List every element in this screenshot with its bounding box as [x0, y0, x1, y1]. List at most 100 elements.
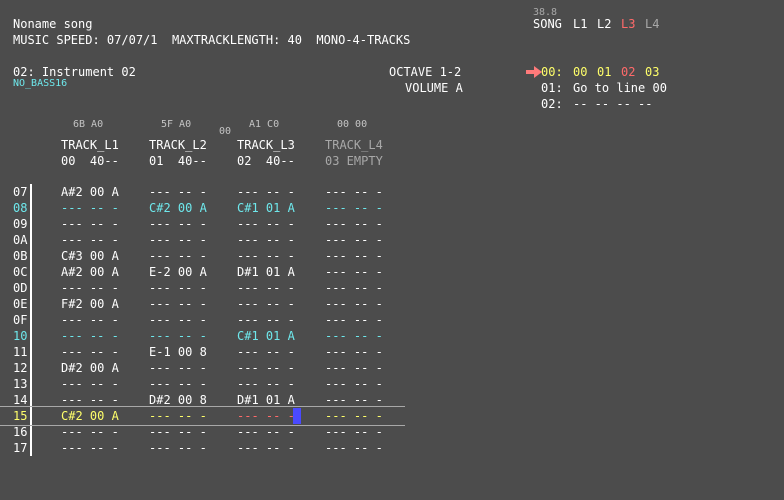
pattern-cell[interactable]: --- -- - [237, 248, 295, 264]
table-row[interactable]: 11 --- -- - E-1 00 8 --- -- - --- -- - [0, 344, 400, 360]
pattern-cell[interactable]: C#1 01 A [237, 328, 295, 344]
pattern-cell[interactable]: --- -- - [237, 296, 295, 312]
song-line-0-l4[interactable]: 03 [645, 64, 659, 80]
song-line-0-num[interactable]: 00: [541, 64, 563, 80]
pattern-cell[interactable]: D#1 01 A [237, 392, 295, 408]
pattern-cell[interactable]: --- -- - [237, 184, 295, 200]
pattern-cell[interactable]: A#2 00 A [61, 184, 119, 200]
pattern-cell[interactable]: D#1 01 A [237, 264, 295, 280]
pattern-cell[interactable]: E-1 00 8 [149, 344, 207, 360]
pattern-cell[interactable]: --- -- - [237, 408, 295, 424]
table-row[interactable]: 17 --- -- - --- -- - --- -- - --- -- - [0, 440, 400, 456]
pattern-cell[interactable]: --- -- - [237, 360, 295, 376]
song-line-0-l3[interactable]: 02 [621, 64, 635, 80]
pattern-cell[interactable]: --- -- - [237, 424, 295, 440]
table-row[interactable]: 07 A#2 00 A --- -- - --- -- - --- -- - [0, 184, 400, 200]
song-line-1-text[interactable]: Go to line 00 [573, 80, 667, 96]
tab-l1[interactable]: L1 [573, 16, 587, 32]
pattern-cell[interactable]: --- -- - [61, 200, 119, 216]
pattern-cell[interactable]: --- -- - [149, 424, 207, 440]
table-row[interactable]: 12 D#2 00 A --- -- - --- -- - --- -- - [0, 360, 400, 376]
pattern-cell[interactable]: --- -- - [61, 232, 119, 248]
pattern-cell[interactable]: --- -- - [61, 392, 119, 408]
track-l2-name[interactable]: TRACK_L2 [149, 137, 207, 153]
pattern-cell[interactable]: --- -- - [325, 328, 383, 344]
table-row[interactable]: 0A --- -- - --- -- - --- -- - --- -- - [0, 232, 400, 248]
pattern-cell[interactable]: --- -- - [61, 216, 119, 232]
pattern-cell[interactable]: --- -- - [325, 232, 383, 248]
pattern-cell[interactable]: --- -- - [325, 408, 383, 424]
track-l1-name[interactable]: TRACK_L1 [61, 137, 119, 153]
table-row[interactable]: 0E F#2 00 A --- -- - --- -- - --- -- - [0, 296, 400, 312]
pattern-cell[interactable]: --- -- - [61, 344, 119, 360]
pattern-cell[interactable]: --- -- - [325, 280, 383, 296]
table-row[interactable]: 0B C#3 00 A --- -- - --- -- - --- -- - [0, 248, 400, 264]
tab-l2[interactable]: L2 [597, 16, 611, 32]
pattern-cell[interactable]: --- -- - [61, 424, 119, 440]
octave-label[interactable]: OCTAVE 1-2 [389, 64, 461, 80]
pattern-cell[interactable]: --- -- - [325, 216, 383, 232]
table-row[interactable]: 14 --- -- - D#2 00 8 D#1 01 A --- -- - [0, 392, 400, 408]
pattern-cell[interactable]: --- -- - [237, 216, 295, 232]
tab-l4[interactable]: L4 [645, 16, 659, 32]
pattern-cell[interactable]: --- -- - [325, 360, 383, 376]
table-row[interactable]: 13 --- -- - --- -- - --- -- - --- -- - [0, 376, 400, 392]
table-row[interactable]: 0D --- -- - --- -- - --- -- - --- -- - [0, 280, 400, 296]
pattern-cell[interactable]: --- -- - [149, 296, 207, 312]
volume-label[interactable]: VOLUME A [405, 80, 463, 96]
pattern-cell[interactable]: --- -- - [325, 264, 383, 280]
pattern-cell[interactable]: --- -- - [325, 200, 383, 216]
pattern-cell[interactable]: E-2 00 A [149, 264, 207, 280]
pattern-cell[interactable]: --- -- - [149, 216, 207, 232]
table-row[interactable]: 09 --- -- - --- -- - --- -- - --- -- - [0, 216, 400, 232]
table-row[interactable]: 0F --- -- - --- -- - --- -- - --- -- - [0, 312, 400, 328]
pattern-cell[interactable]: --- -- - [149, 376, 207, 392]
pattern-cell[interactable]: --- -- - [61, 376, 119, 392]
pattern-cell[interactable]: F#2 00 A [61, 296, 119, 312]
song-line-1-num[interactable]: 01: [541, 80, 563, 96]
track-l4-name[interactable]: TRACK_L4 [325, 137, 383, 153]
pattern-cell[interactable]: --- -- - [61, 440, 119, 456]
pattern-cell[interactable]: A#2 00 A [61, 264, 119, 280]
song-line-2-num[interactable]: 02: [541, 96, 563, 112]
table-row[interactable]: 16 --- -- - --- -- - --- -- - --- -- - [0, 424, 400, 440]
table-row[interactable]: 08 --- -- - C#2 00 A C#1 01 A --- -- - [0, 200, 400, 216]
table-row[interactable]: 15 C#2 00 A --- -- - --- -- - --- -- - [0, 408, 400, 424]
song-line-2-text[interactable]: -- -- -- -- [573, 96, 652, 112]
table-row[interactable]: 10 --- -- - --- -- - C#1 01 A --- -- - [0, 328, 400, 344]
pattern-cell[interactable]: C#2 00 A [149, 200, 207, 216]
song-line-0-l1[interactable]: 00 [573, 64, 587, 80]
pattern-cell[interactable]: --- -- - [325, 392, 383, 408]
pattern-cell[interactable]: --- -- - [325, 184, 383, 200]
pattern-cell[interactable]: --- -- - [149, 440, 207, 456]
pattern-cell[interactable]: --- -- - [237, 312, 295, 328]
pattern-cell[interactable]: --- -- - [61, 312, 119, 328]
pattern-cell[interactable]: C#3 00 A [61, 248, 119, 264]
pattern-cell[interactable]: --- -- - [325, 424, 383, 440]
pattern-cell[interactable]: --- -- - [149, 280, 207, 296]
pattern-cell[interactable]: --- -- - [61, 328, 119, 344]
pattern-cell[interactable]: --- -- - [325, 248, 383, 264]
pattern-cell[interactable]: D#2 00 8 [149, 392, 207, 408]
pattern-cell[interactable]: --- -- - [325, 376, 383, 392]
table-row[interactable]: 0C A#2 00 A E-2 00 A D#1 01 A --- -- - [0, 264, 400, 280]
pattern-cell[interactable]: --- -- - [237, 232, 295, 248]
pattern-cell[interactable]: D#2 00 A [61, 360, 119, 376]
pattern-cell[interactable]: C#2 00 A [61, 408, 119, 424]
edit-cursor[interactable] [293, 408, 301, 424]
track-l3-name[interactable]: TRACK_L3 [237, 137, 295, 153]
tab-l3[interactable]: L3 [621, 16, 635, 32]
pattern-cell[interactable]: --- -- - [325, 344, 383, 360]
pattern-cell[interactable]: --- -- - [237, 280, 295, 296]
pattern-cell[interactable]: --- -- - [325, 312, 383, 328]
pattern-cell[interactable]: --- -- - [149, 248, 207, 264]
pattern-cell[interactable]: --- -- - [149, 328, 207, 344]
pattern-cell[interactable]: --- -- - [149, 184, 207, 200]
pattern-cell[interactable]: --- -- - [325, 296, 383, 312]
pattern-cell[interactable]: --- -- - [149, 312, 207, 328]
pattern-cell[interactable]: --- -- - [237, 344, 295, 360]
song-line-0-l2[interactable]: 01 [597, 64, 611, 80]
pattern-cell[interactable]: C#1 01 A [237, 200, 295, 216]
pattern-cell[interactable]: --- -- - [149, 232, 207, 248]
pattern-cell[interactable]: --- -- - [237, 440, 295, 456]
